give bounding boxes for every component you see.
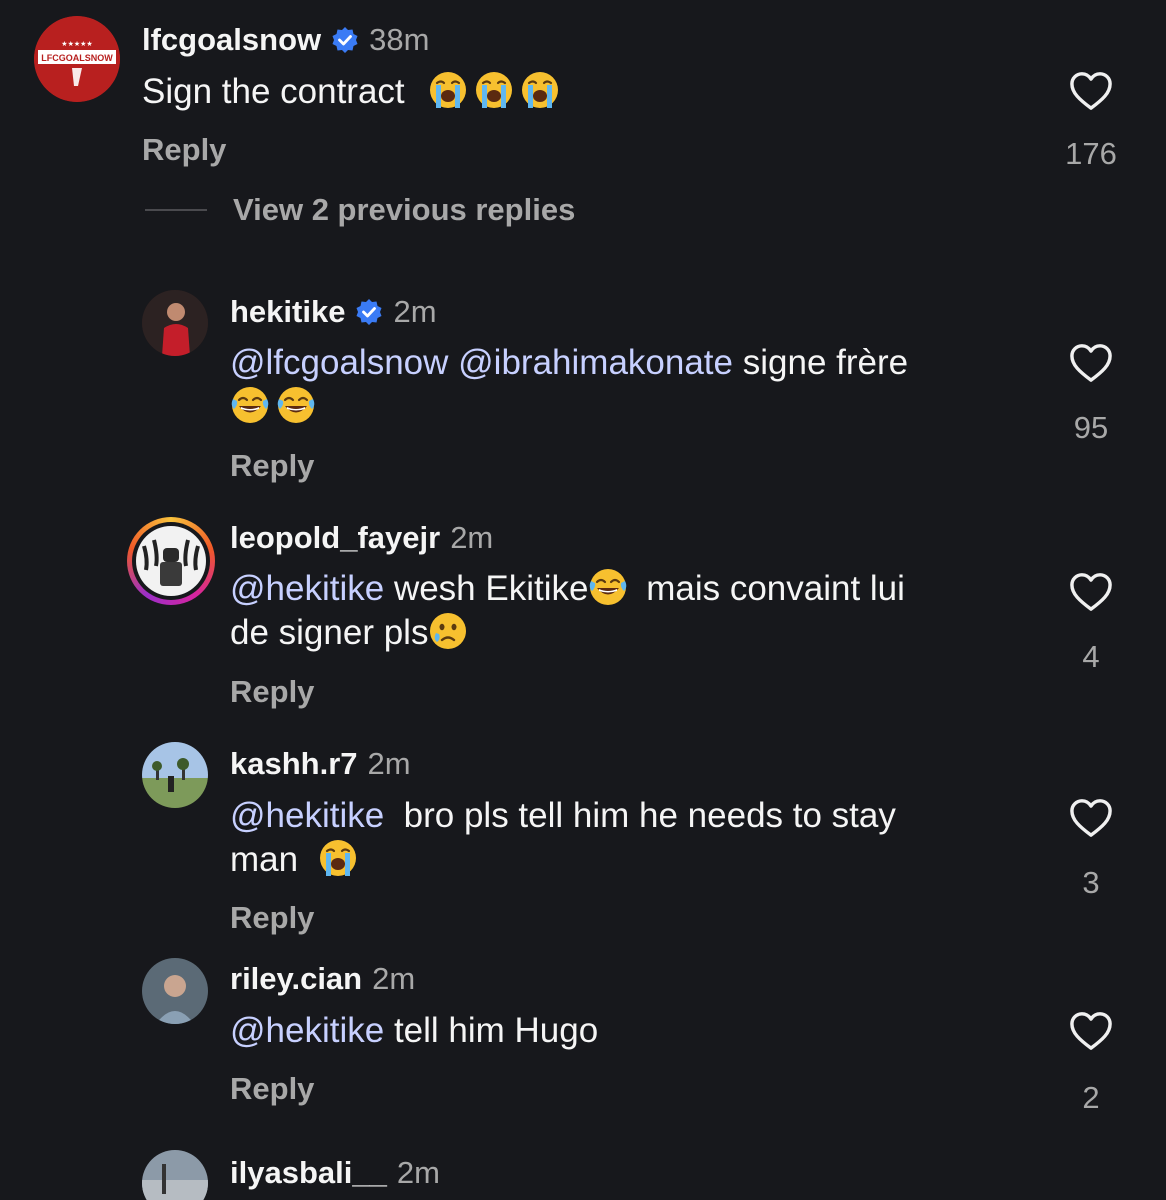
comment-text: @hekitike bro pls tell him he needs to s…: [230, 794, 1030, 882]
username[interactable]: kashh.r7 2m: [230, 746, 411, 782]
username-text[interactable]: hekitike: [230, 294, 345, 330]
username-text[interactable]: ilyasbali__: [230, 1155, 387, 1191]
heart-icon[interactable]: [1068, 342, 1114, 384]
like-button[interactable]: 2: [1061, 1010, 1121, 1116]
reply-button[interactable]: Reply: [230, 448, 314, 484]
timestamp: 2m: [450, 520, 494, 555]
comment-body: wesh Ekitike: [393, 569, 589, 608]
avatar[interactable]: [142, 290, 208, 356]
avatar-story-ring[interactable]: [127, 517, 215, 605]
tears-of-joy-emoji-icon: [230, 385, 270, 425]
divider: [145, 209, 207, 211]
mention-link[interactable]: @hekitike: [230, 1011, 384, 1050]
comment-body: tell him Hugo: [393, 1011, 599, 1050]
avatar-image: [142, 958, 208, 1024]
comment-body: de signer pls: [230, 613, 429, 652]
loudly-crying-emoji-icon: [318, 838, 358, 878]
reply-button[interactable]: Reply: [142, 132, 226, 168]
username[interactable]: ilyasbali__ 2m: [230, 1155, 440, 1191]
like-count: 2: [1082, 1080, 1100, 1115]
view-previous-replies-button[interactable]: View 2 previous replies: [145, 192, 575, 228]
comment-text: @hekitike tell him Hugo: [230, 1009, 598, 1053]
timestamp: 2m: [372, 961, 416, 996]
username[interactable]: lfcgoalsnow 38m: [142, 22, 429, 58]
crying-emoji-icon: [428, 611, 468, 651]
timestamp: 38m: [369, 22, 430, 57]
view-previous-replies-label[interactable]: View 2 previous replies: [233, 192, 575, 228]
avatar-image: [142, 290, 208, 356]
avatar-image: [136, 526, 206, 596]
svg-text:LFCGOALSNOW: LFCGOALSNOW: [41, 53, 113, 63]
svg-text:★★★★★: ★★★★★: [61, 40, 92, 48]
timestamp: 2m: [396, 1155, 440, 1190]
mention-link[interactable]: @ibrahimakonate: [458, 343, 733, 382]
avatar[interactable]: [142, 742, 208, 808]
username[interactable]: riley.cian 2m: [230, 961, 415, 997]
lfcgoalsnow-logo: ★★★★★ LFCGOALSNOW: [34, 16, 120, 102]
avatar[interactable]: [142, 1150, 208, 1200]
tears-of-joy-emoji-icon: [276, 385, 316, 425]
comment-body: mais convaint lui: [646, 569, 905, 608]
reply-button[interactable]: Reply: [230, 900, 314, 936]
username-text[interactable]: riley.cian: [230, 961, 362, 997]
like-button[interactable]: 3: [1061, 797, 1121, 901]
comment-body: Sign the contract: [142, 72, 405, 111]
reply-button[interactable]: Reply: [230, 1071, 314, 1107]
comment-text: Sign the contract: [142, 70, 563, 114]
like-button[interactable]: 176: [1061, 70, 1121, 172]
heart-icon[interactable]: [1068, 571, 1114, 613]
like-count: 95: [1073, 410, 1109, 445]
mention-link[interactable]: @lfcgoalsnow: [230, 343, 448, 382]
verified-icon: [331, 26, 359, 54]
username-text[interactable]: lfcgoalsnow: [142, 22, 321, 58]
username[interactable]: leopold_fayejr 2m: [230, 520, 493, 556]
heart-icon[interactable]: [1068, 70, 1114, 112]
username[interactable]: hekitike 2m: [230, 294, 437, 330]
avatar[interactable]: ★★★★★ LFCGOALSNOW: [34, 16, 120, 102]
avatar-image: [142, 1150, 208, 1200]
loudly-crying-emoji-icon: [520, 70, 560, 110]
loudly-crying-emoji-icon: [474, 70, 514, 110]
comment-text: @lfcgoalsnow @ibrahimakonate signe frère: [230, 341, 1030, 429]
username-text[interactable]: kashh.r7: [230, 746, 358, 782]
comment-text: @hekitike wesh Ekitike mais convaint lui…: [230, 567, 1030, 655]
tears-of-joy-emoji-icon: [588, 567, 628, 607]
like-count: 176: [1065, 136, 1117, 171]
comments-list: ★★★★★ LFCGOALSNOW lfcgoalsnow 38m Sign t…: [0, 0, 1166, 1200]
loudly-crying-emoji-icon: [428, 70, 468, 110]
like-button[interactable]: 4: [1061, 571, 1121, 675]
timestamp: 2m: [367, 746, 411, 781]
verified-icon: [355, 298, 383, 326]
reply-button[interactable]: Reply: [230, 674, 314, 710]
mention-link[interactable]: @hekitike: [230, 569, 384, 608]
like-count: 4: [1082, 639, 1100, 674]
like-button[interactable]: 95: [1061, 342, 1121, 446]
comment-body: signe frère: [742, 343, 909, 382]
timestamp: 2m: [393, 294, 437, 329]
comment-body: bro pls tell him he needs to stay: [403, 796, 896, 835]
avatar-image: [142, 742, 208, 808]
avatar[interactable]: [142, 958, 208, 1024]
heart-icon[interactable]: [1068, 797, 1114, 839]
like-count: 3: [1082, 865, 1100, 900]
mention-link[interactable]: @hekitike: [230, 796, 384, 835]
comment-body: man: [230, 840, 299, 879]
username-text[interactable]: leopold_fayejr: [230, 520, 440, 556]
heart-icon[interactable]: [1068, 1010, 1114, 1052]
